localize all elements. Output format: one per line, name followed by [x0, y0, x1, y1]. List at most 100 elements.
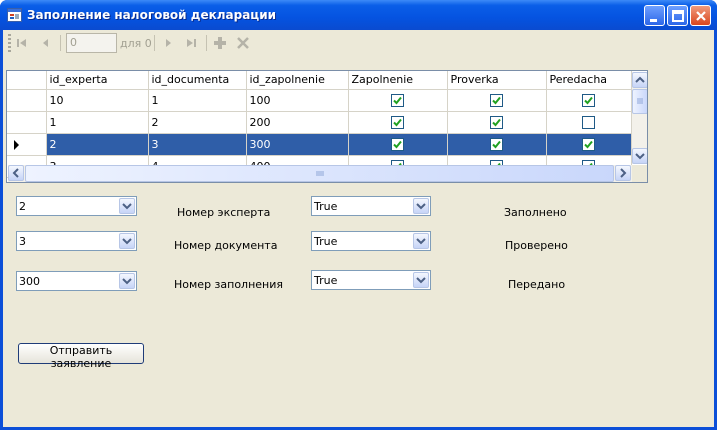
- zapolnenie-checkbox[interactable]: [391, 115, 404, 129]
- position-input[interactable]: 0: [66, 33, 117, 53]
- zapolnenie-checkbox[interactable]: [391, 93, 404, 107]
- grid-cell-id-documenta[interactable]: 1: [148, 89, 247, 112]
- move-next-icon[interactable]: [161, 36, 175, 50]
- peredano-label: Передано: [508, 278, 566, 291]
- move-first-icon[interactable]: [15, 36, 29, 50]
- row-header[interactable]: [7, 89, 47, 112]
- chevron-down-icon: [416, 277, 426, 284]
- close-button[interactable]: [690, 5, 711, 26]
- grid-cell-id-experta[interactable]: 10: [46, 89, 149, 112]
- grid-cell-id-zapolnenie[interactable]: 100: [246, 89, 349, 112]
- grid-cell-zapolnenie[interactable]: [348, 133, 448, 156]
- grid-cell-id-experta[interactable]: 2: [46, 133, 149, 156]
- scrollbar-corner: [632, 165, 647, 182]
- form-app-icon: [7, 8, 22, 22]
- zapolnenie-combobox[interactable]: 300: [16, 271, 137, 291]
- grid-table: id_experta id_documenta id_zapolnenie Za…: [7, 71, 632, 178]
- grid-cell-id-documenta[interactable]: 3: [148, 133, 247, 156]
- peredacha-checkbox[interactable]: [582, 93, 595, 107]
- chevron-down-icon: [122, 278, 132, 285]
- move-previous-icon[interactable]: [39, 36, 53, 50]
- provereno-dropdown-button[interactable]: [413, 233, 429, 249]
- grid-cell-id-zapolnenie[interactable]: 300: [246, 133, 349, 156]
- chevron-down-icon: [122, 203, 132, 210]
- scroll-left-button[interactable]: [8, 165, 24, 181]
- horizontal-scroll-thumb[interactable]: [25, 165, 614, 182]
- table-row[interactable]: 1 2 200: [7, 111, 632, 134]
- document-dropdown-button[interactable]: [119, 233, 135, 249]
- horizontal-scrollbar[interactable]: [8, 165, 632, 182]
- zapolnenie-combobox-value: 300: [19, 275, 40, 288]
- minimize-icon: [650, 19, 657, 22]
- grid-cell-peredacha[interactable]: [546, 133, 632, 156]
- grid-cell-id-documenta[interactable]: 2: [148, 111, 247, 134]
- grid-cell-proverka[interactable]: [447, 111, 547, 134]
- chevron-right-icon: [620, 168, 627, 178]
- row-header[interactable]: [7, 111, 47, 134]
- document-combobox[interactable]: 3: [16, 231, 137, 251]
- expert-combobox[interactable]: 2: [16, 196, 137, 216]
- move-last-icon[interactable]: [184, 36, 198, 50]
- grip-lines-icon: [637, 98, 643, 104]
- column-header[interactable]: id_documenta: [148, 71, 247, 90]
- grid-cell-id-zapolnenie[interactable]: 200: [246, 111, 349, 134]
- grid-cell-zapolnenie[interactable]: [348, 89, 448, 112]
- column-header[interactable]: Zapolnenie: [348, 71, 448, 90]
- vertical-scroll-thumb[interactable]: [632, 89, 647, 114]
- grid-corner-header[interactable]: [7, 71, 47, 90]
- peredacha-checkbox[interactable]: [582, 115, 595, 129]
- peredacha-checkbox[interactable]: [582, 137, 595, 151]
- proverka-checkbox[interactable]: [490, 93, 503, 107]
- maximize-button[interactable]: [667, 5, 688, 26]
- column-header[interactable]: Proverka: [447, 71, 547, 90]
- check-icon: [393, 96, 402, 105]
- column-header[interactable]: id_zapolnenie: [246, 71, 349, 90]
- toolbar-separator: [206, 35, 207, 51]
- title-bar[interactable]: Заполнение налоговой декларации: [0, 0, 717, 30]
- zapolnenie-checkbox[interactable]: [391, 137, 404, 151]
- scroll-down-button[interactable]: [632, 148, 647, 164]
- app-window: Заполнение налоговой декларации 0 для 0: [0, 0, 717, 430]
- zapolneno-dropdown-button[interactable]: [413, 198, 429, 214]
- provereno-combobox[interactable]: True: [311, 231, 431, 251]
- grid-cell-id-experta[interactable]: 1: [46, 111, 149, 134]
- toolbar-grip[interactable]: [8, 34, 11, 52]
- proverka-checkbox[interactable]: [490, 137, 503, 151]
- zapolneno-combobox-value: True: [314, 200, 338, 213]
- current-row-arrow-icon: [14, 139, 19, 150]
- chevron-down-icon: [416, 238, 426, 245]
- vertical-scrollbar[interactable]: [632, 72, 647, 164]
- minimize-button[interactable]: [644, 5, 665, 26]
- add-new-icon[interactable]: [213, 36, 227, 50]
- row-header[interactable]: [7, 133, 47, 156]
- grid-cell-peredacha[interactable]: [546, 89, 632, 112]
- provereno-label: Проверено: [505, 239, 568, 252]
- proverka-checkbox[interactable]: [490, 115, 503, 129]
- peredano-dropdown-button[interactable]: [413, 272, 429, 288]
- zapolnenie-dropdown-button[interactable]: [119, 273, 135, 289]
- column-header[interactable]: Peredacha: [546, 71, 632, 90]
- document-combobox-value: 3: [19, 235, 26, 248]
- submit-application-button[interactable]: Отправить заявление: [18, 343, 144, 370]
- toolbar-separator: [154, 35, 155, 51]
- scroll-right-button[interactable]: [615, 165, 631, 181]
- grid-cell-proverka[interactable]: [447, 133, 547, 156]
- table-row[interactable]: 2 3 300: [7, 133, 632, 156]
- count-label: для 0: [120, 37, 152, 50]
- scroll-up-button[interactable]: [632, 72, 647, 88]
- data-grid[interactable]: id_experta id_documenta id_zapolnenie Za…: [6, 70, 648, 183]
- delete-icon[interactable]: [236, 36, 250, 50]
- grid-cell-proverka[interactable]: [447, 89, 547, 112]
- table-row[interactable]: 10 1 100: [7, 89, 632, 112]
- chevron-left-icon: [12, 168, 19, 178]
- expert-dropdown-button[interactable]: [119, 198, 135, 214]
- zapolneno-combobox[interactable]: True: [311, 196, 431, 216]
- check-icon: [584, 140, 593, 149]
- grid-cell-zapolnenie[interactable]: [348, 111, 448, 134]
- grid-cell-peredacha[interactable]: [546, 111, 632, 134]
- provereno-combobox-value: True: [314, 235, 338, 248]
- form-client-area: 0 для 0 id_experta id_documenta id_zapol…: [3, 30, 714, 427]
- column-header[interactable]: id_experta: [46, 71, 149, 90]
- chevron-down-icon: [122, 238, 132, 245]
- peredano-combobox[interactable]: True: [311, 270, 431, 290]
